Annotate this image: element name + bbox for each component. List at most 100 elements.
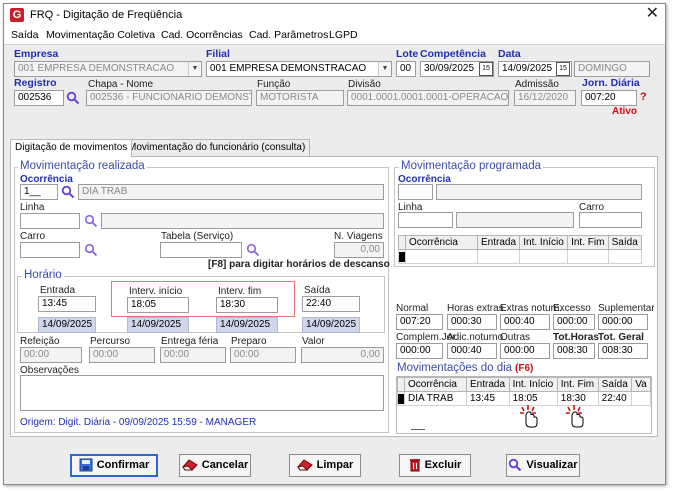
search-icon[interactable]	[66, 91, 80, 105]
realizada-title: Movimentação realizada	[18, 160, 147, 172]
col-saida[interactable]: Saída	[597, 377, 633, 392]
tabela-input[interactable]	[160, 242, 242, 258]
percurso-input[interactable]: 00:00	[89, 347, 155, 363]
calendar-icon[interactable]: 15	[479, 62, 493, 76]
help-icon[interactable]: ?	[640, 91, 647, 103]
menu-movimentacao-coletiva[interactable]: Movimentação Coletiva	[46, 29, 155, 41]
horario-title: Horário	[22, 269, 64, 281]
col-int-fim[interactable]: Int. Fim	[567, 235, 609, 250]
eraser-icon	[181, 459, 198, 471]
empresa-select[interactable]: 001 EMPRESA DEMONSTRACAO ▼	[14, 61, 202, 77]
app-logo: G	[10, 8, 24, 22]
interv-inicio-date[interactable]: 14/09/2025	[127, 317, 189, 333]
complem-value: 000:00	[396, 343, 443, 359]
filial-select[interactable]: 001 EMPRESA DEMONSTRACAO ▼	[206, 61, 392, 77]
col-ocorrencia[interactable]: Ocorrência	[404, 377, 467, 392]
cancelar-button[interactable]: Cancelar	[179, 454, 251, 477]
saida-date[interactable]: 14/09/2025	[302, 317, 360, 333]
col-int-inicio[interactable]: Int. Início	[519, 235, 569, 250]
col-va[interactable]: Va	[631, 377, 651, 392]
tot-horas-label: Tot.Horas	[553, 332, 599, 343]
chapa-label: Chapa - Nome	[88, 79, 154, 90]
tab-digitacao[interactable]: Digitação de movimentos	[10, 139, 133, 157]
menu-cad-parametros[interactable]: Cad. Parâmetros	[249, 29, 328, 41]
col-entrada[interactable]: Entrada	[466, 377, 510, 392]
entrega-input[interactable]: 00:00	[160, 347, 226, 363]
dia-semana-display: DOMINGO	[574, 61, 650, 77]
visualizar-button[interactable]: Visualizar	[506, 454, 580, 477]
excesso-value: 000:00	[553, 314, 595, 330]
competencia-label: Competência	[420, 48, 486, 60]
valor-label: Valor	[302, 336, 325, 347]
col-int-inicio[interactable]: Int. Início	[508, 377, 558, 392]
confirmar-button[interactable]: Confirmar	[70, 454, 158, 477]
jornada-label: Jorn. Diária	[582, 77, 640, 89]
chevron-down-icon[interactable]: ▼	[188, 62, 201, 76]
menu-saida[interactable]: Saída	[11, 29, 38, 41]
carro-input[interactable]	[20, 242, 80, 258]
programada-table[interactable]: Ocorrência Entrada Int. Início Int. Fim …	[398, 235, 643, 264]
search-icon[interactable]	[84, 243, 98, 257]
limpar-button[interactable]: Limpar	[289, 454, 361, 477]
saida-input[interactable]: 22:40	[302, 296, 360, 312]
ocorrencia-code-input[interactable]: 1__	[20, 184, 58, 200]
col-entrada[interactable]: Entrada	[476, 235, 521, 250]
lote-input[interactable]: 00	[396, 61, 416, 77]
suplementar-label: Suplementar	[598, 303, 655, 314]
hand-cursor-icon	[566, 405, 584, 428]
normal-value: 007:20	[396, 314, 443, 330]
entrada-input[interactable]: 13:45	[38, 296, 96, 312]
funcao-label: Função	[257, 79, 291, 90]
search-icon[interactable]	[84, 214, 98, 228]
interv-fim-date[interactable]: 14/09/2025	[216, 317, 278, 333]
preparo-label: Preparo	[231, 336, 267, 347]
col-saida[interactable]: Saída	[607, 235, 643, 250]
observacoes-textarea[interactable]	[20, 375, 384, 411]
col-ocorrencia[interactable]: Ocorrência	[405, 235, 478, 250]
cell-int-inicio: 18:05	[508, 391, 558, 406]
trash-icon	[409, 459, 420, 472]
ocorrencia-desc-display: DIA TRAB	[78, 184, 384, 200]
search-icon[interactable]	[246, 243, 260, 257]
table-row[interactable]: DIA TRAB 13:45 18:05 18:30 22:40	[397, 391, 651, 406]
dia-table[interactable]: Ocorrência Entrada Int. Início Int. Fim …	[397, 377, 651, 406]
table-row[interactable]	[398, 249, 643, 264]
hand-cursor-icon	[520, 405, 538, 428]
save-icon	[79, 458, 93, 472]
search-icon[interactable]	[61, 185, 75, 199]
percurso-label: Percurso	[90, 336, 131, 347]
col-int-fim[interactable]: Int. Fim	[556, 377, 599, 392]
title-bar: G FRQ - Digitação de Freqüência ✕	[4, 4, 665, 26]
tab-movimentacao-funcionario[interactable]: Movimentação do funcionário (consulta)	[123, 139, 311, 156]
linha-label: Linha	[20, 202, 45, 213]
entrada-date[interactable]: 14/09/2025	[38, 317, 96, 333]
valor-input[interactable]: 0,00	[301, 347, 384, 363]
interv-fim-input[interactable]: 18:30	[216, 297, 278, 313]
registro-input[interactable]: 002536	[14, 90, 64, 106]
programada-linha-input	[398, 212, 453, 228]
adic-noturno-label: Adic.noturno	[447, 332, 504, 343]
linha-input[interactable]	[20, 213, 80, 229]
extras-noturn-value: 000:40	[500, 314, 550, 330]
origem-text: Origem: Digit. Diária - 09/09/2025 15:59…	[20, 417, 257, 428]
interv-inicio-input[interactable]: 18:05	[127, 297, 189, 313]
menu-cad-ocorrencias[interactable]: Cad. Ocorrências	[161, 29, 243, 41]
f8-hint: [F8] para digitar horários de descanso	[208, 259, 390, 270]
programada-title: Movimentação programada	[399, 160, 543, 172]
close-icon[interactable]: ✕	[646, 6, 659, 22]
status-badge: Ativo	[612, 106, 637, 117]
menu-lgpd[interactable]: LGPD	[329, 29, 358, 41]
viagens-input[interactable]: 0,00	[334, 242, 384, 258]
search-icon	[509, 458, 522, 472]
preparo-input[interactable]: 00:00	[230, 347, 296, 363]
cell-int-fim: 18:30	[556, 391, 599, 406]
chevron-down-icon[interactable]: ▼	[378, 62, 391, 76]
refeicao-input[interactable]: 00:00	[20, 347, 82, 363]
menu-bar: Saída Movimentação Coletiva Cad. Ocorrên…	[4, 26, 665, 44]
data-label: Data	[498, 48, 521, 60]
calendar-icon[interactable]: 15	[556, 62, 570, 76]
excluir-button[interactable]: Excluir	[399, 454, 471, 477]
dia-title: Movimentações do dia	[397, 362, 513, 374]
outras-label: Outras	[500, 332, 531, 343]
horas-extras-value: 000:30	[447, 314, 497, 330]
